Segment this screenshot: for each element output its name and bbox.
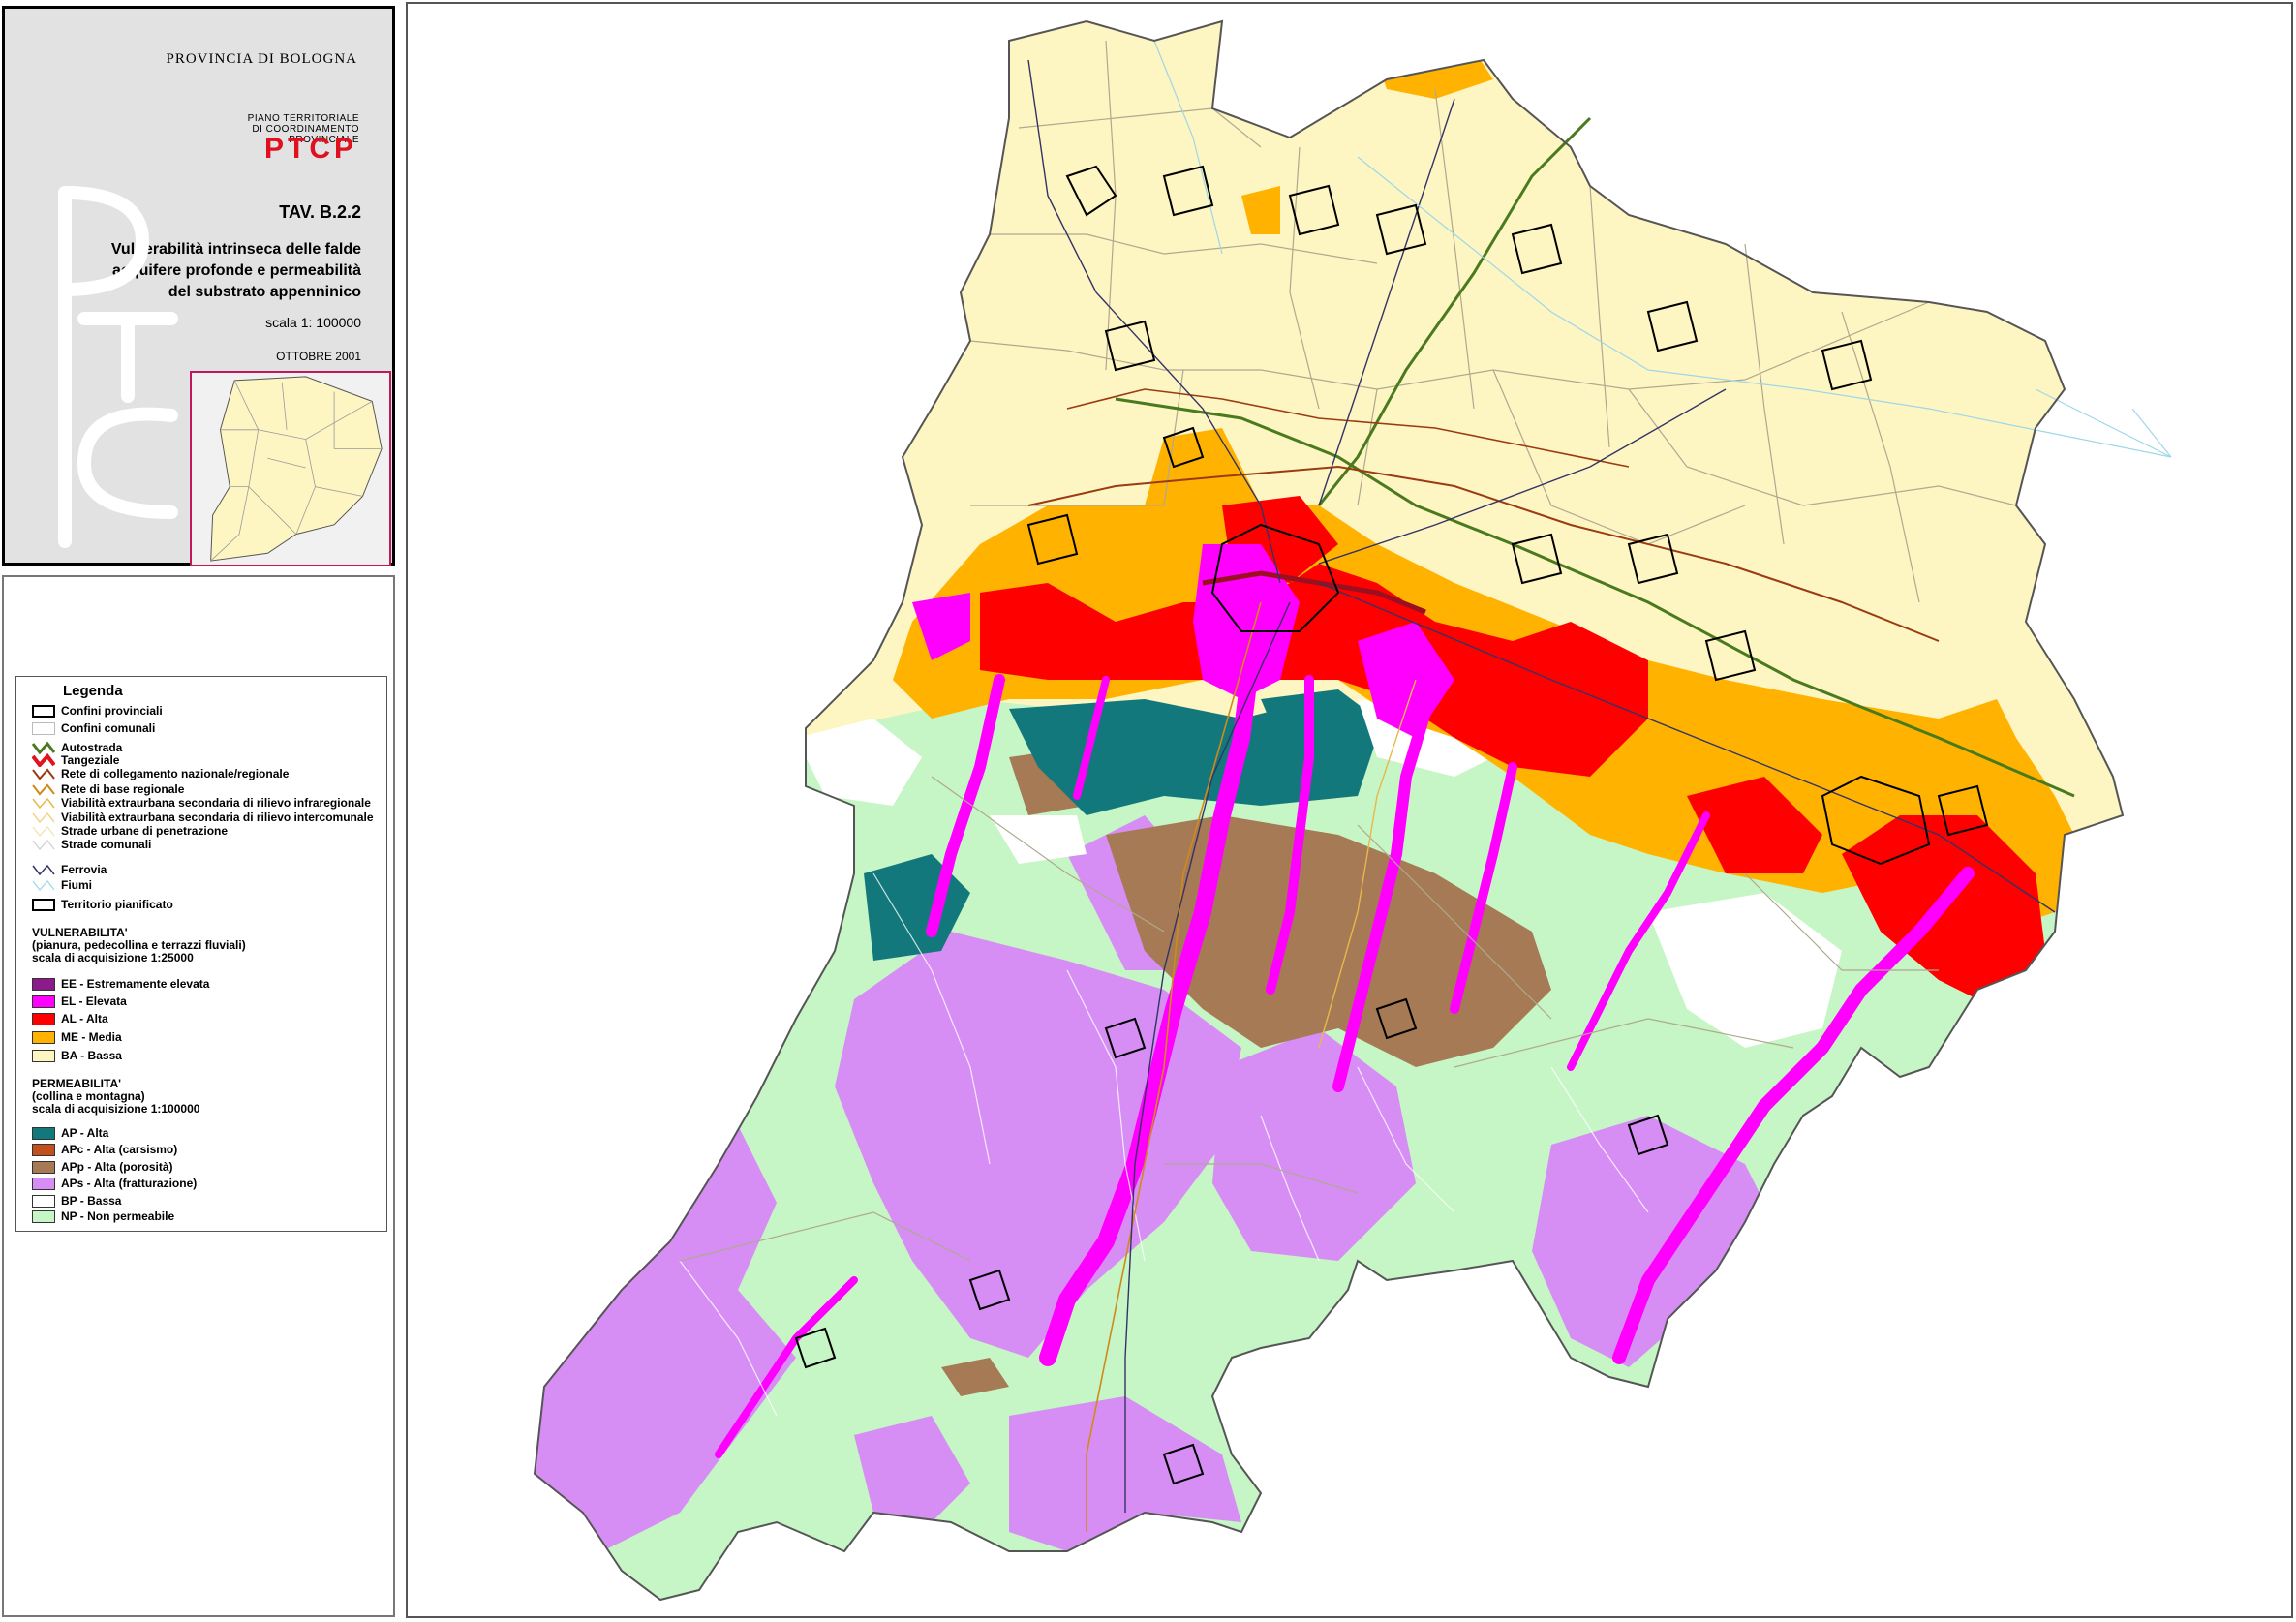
legend-label: Autostrada [61, 741, 123, 754]
legend-label: Ferrovia [61, 863, 107, 876]
el-swatch [32, 995, 55, 1008]
river-line-icon [32, 880, 55, 891]
secondary-road-line-icon [32, 797, 55, 810]
vulnerability-section-heading: VULNERABILITA' (pianura, pedecollina e t… [32, 927, 246, 964]
ring-road-line-icon [32, 753, 55, 767]
legend-item-apc: APc - Alta (carsismo) [32, 1143, 177, 1156]
legend-item-app: APp - Alta (porosità) [32, 1160, 173, 1174]
legend-item-viabilita-intercomunale: Viabilità extraurbana secondaria di rili… [32, 811, 374, 824]
province-name: PROVINCIA DI BOLOGNA [166, 51, 357, 67]
regional-road-line-icon [32, 783, 55, 796]
legend-item-np: NP - Non permeabile [32, 1209, 174, 1223]
title-block: PROVINCIA DI BOLOGNA PIANO TERRITORIALE … [2, 6, 395, 566]
legend-item-al: AL - Alta [32, 1012, 108, 1025]
motorway-line-icon [32, 741, 55, 754]
railway-line-icon [32, 864, 55, 876]
intermunicipal-road-line-icon [32, 811, 55, 824]
legend-label: Strade comunali [61, 838, 152, 851]
legend-label: Fiumi [61, 878, 92, 892]
legend-item-confini-provinciali: Confini provinciali [32, 704, 163, 718]
legend-label: Rete di collegamento nazionale/regionale [61, 767, 290, 780]
table-number: TAV. B.2.2 [279, 202, 361, 222]
ptcp-logo: PTCP [264, 133, 357, 165]
national-road-line-icon [32, 768, 55, 780]
planned-territory-swatch [32, 898, 55, 911]
legend-label: APs - Alta (fratturazione) [61, 1177, 198, 1190]
legend-label: Territorio pianificato [61, 898, 173, 911]
bp-swatch [32, 1194, 55, 1208]
legend-item-ferrovia: Ferrovia [32, 863, 107, 876]
legend-item-territorio-pianificato: Territorio pianificato [32, 898, 173, 911]
legend-label: Tangeziale [61, 753, 120, 767]
app-swatch [32, 1160, 55, 1174]
legend-item-autostrada: Autostrada [32, 741, 122, 754]
legend-item-ap: AP - Alta [32, 1126, 108, 1140]
legend-item-tangeziale: Tangeziale [32, 753, 119, 767]
legend-label: ME - Media [61, 1030, 122, 1044]
me-swatch [32, 1030, 55, 1044]
ee-swatch [32, 977, 55, 991]
ba-swatch [32, 1049, 55, 1062]
urban-road-line-icon [32, 826, 55, 837]
legend-label: BP - Bassa [61, 1194, 122, 1208]
permeability-scale: scala di acquisizione 1:100000 [32, 1102, 200, 1116]
legend-item-bp: BP - Bassa [32, 1194, 121, 1208]
aps-swatch [32, 1177, 55, 1190]
legend-item-rete-base: Rete di base regionale [32, 782, 184, 796]
legend-label: APp - Alta (porosità) [61, 1160, 173, 1174]
ap-swatch [32, 1126, 55, 1140]
legend-label: AL - Alta [61, 1012, 108, 1025]
plan-line-1: PIANO TERRITORIALE [247, 113, 359, 124]
legend-item-ba: BA - Bassa [32, 1049, 122, 1062]
provincial-boundary-swatch [32, 704, 55, 718]
legend-label: Rete di base regionale [61, 782, 185, 796]
legend: Legenda Confini provinciali Confini comu… [15, 676, 387, 1232]
legend-item-strade-comunali: Strade comunali [32, 838, 151, 851]
municipal-boundary-swatch [32, 721, 55, 735]
legend-item-aps: APs - Alta (fratturazione) [32, 1177, 197, 1190]
municipal-road-line-icon [32, 840, 55, 850]
legend-title: Legenda [63, 683, 123, 699]
legend-item-el: EL - Elevata [32, 995, 127, 1008]
legend-item-ee: EE - Estremamente elevata [32, 977, 209, 991]
legend-label: EL - Elevata [61, 995, 127, 1008]
map-frame [406, 2, 2293, 1618]
legend-label: Strade urbane di penetrazione [61, 824, 229, 838]
legend-label: Viabilità extraurbana secondaria di rili… [61, 796, 371, 810]
apc-swatch [32, 1143, 55, 1156]
permeability-section-heading: PERMEABILITA' (collina e montagna) scala… [32, 1078, 199, 1116]
map-date: OTTOBRE 2001 [276, 350, 361, 363]
np-swatch [32, 1209, 55, 1223]
legend-item-me: ME - Media [32, 1030, 122, 1044]
legend-item-fiumi: Fiumi [32, 878, 92, 892]
legend-label: Viabilità extraurbana secondaria di rili… [61, 811, 374, 824]
legend-item-viabilita-infraregionale: Viabilità extraurbana secondaria di rili… [32, 796, 371, 810]
map-scale: scala 1: 100000 [265, 315, 361, 330]
province-map[interactable] [408, 4, 2291, 1616]
legend-label: Confini comunali [61, 721, 156, 735]
ptcp-logo-text: PTCP [264, 133, 357, 165]
legend-label: APc - Alta (carsismo) [61, 1143, 178, 1156]
legend-item-rete-nazionale: Rete di collegamento nazionale/regionale [32, 767, 289, 780]
legend-label: NP - Non permeabile [61, 1209, 175, 1223]
vulnerability-scale: scala di acquisizione 1:25000 [32, 951, 194, 964]
legend-item-confini-comunali: Confini comunali [32, 721, 155, 735]
al-swatch [32, 1012, 55, 1025]
locator-inset-map [190, 371, 391, 566]
ptcp-watermark [58, 186, 178, 548]
legend-label: Confini provinciali [61, 704, 163, 718]
legend-label: BA - Bassa [61, 1049, 122, 1062]
legend-label: EE - Estremamente elevata [61, 977, 210, 991]
legend-label: AP - Alta [61, 1126, 109, 1140]
legend-item-strade-urbane: Strade urbane di penetrazione [32, 824, 228, 838]
